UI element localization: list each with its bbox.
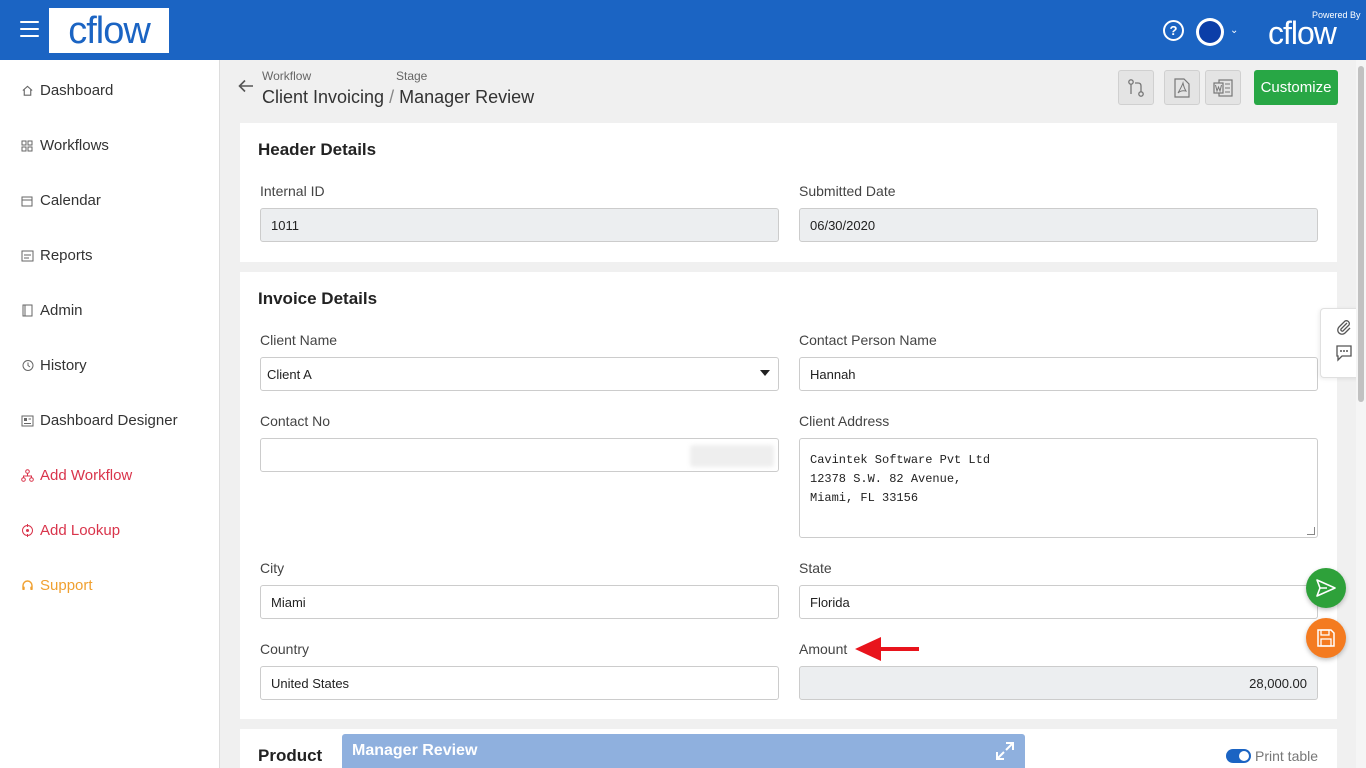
help-icon[interactable]: ?: [1163, 20, 1184, 41]
print-table-label: Print table: [1255, 748, 1319, 764]
country-label: Country: [260, 641, 310, 657]
floppy-disk-icon: [1317, 629, 1335, 647]
paperclip-icon[interactable]: [1334, 317, 1354, 337]
sidebar-item-reports[interactable]: Reports: [20, 247, 93, 264]
scrollbar-thumb[interactable]: [1358, 66, 1364, 402]
internal-id-field[interactable]: 1011: [260, 208, 779, 242]
amount-field[interactable]: 28,000.00: [799, 666, 1318, 700]
address-line: 12378 S.W. 82 Avenue,: [810, 472, 962, 486]
report-icon: [20, 249, 34, 263]
sidebar-item-label: Admin: [40, 302, 83, 319]
sidebar-item-label: Support: [40, 577, 93, 594]
sidebar-item-label: Add Lookup: [40, 522, 121, 539]
sidebar-item-label: Dashboard Designer: [40, 412, 178, 429]
client-name-select[interactable]: Client A: [260, 357, 779, 391]
client-address-label: Client Address: [799, 413, 890, 429]
contact-person-field[interactable]: Hannah: [799, 357, 1318, 391]
pdf-icon: [1174, 77, 1190, 98]
resize-handle[interactable]: [1307, 527, 1315, 535]
breadcrumb-stage: Manager Review: [399, 87, 535, 107]
sidebar-item-label: Calendar: [40, 192, 101, 209]
sidebar-item-dashboard[interactable]: Dashboard: [20, 82, 113, 99]
sidebar-item-label: Dashboard: [40, 82, 114, 99]
submitted-date-label: Submitted Date: [799, 183, 896, 199]
back-arrow-icon[interactable]: [237, 77, 255, 101]
country-field[interactable]: United States: [260, 666, 779, 700]
export-word-button[interactable]: [1205, 70, 1241, 105]
breadcrumb: Client Invoicing / Manager Review: [262, 87, 534, 108]
sidebar-item-support[interactable]: Support: [20, 577, 93, 594]
sidebar-item-label: Reports: [40, 247, 93, 264]
lookup-icon: [20, 524, 34, 538]
client-address-textarea[interactable]: Cavintek Software Pvt Ltd 12378 S.W. 82 …: [799, 438, 1318, 538]
word-icon: [1213, 78, 1233, 97]
contact-no-field[interactable]: [260, 438, 779, 472]
print-table-toggle[interactable]: [1226, 749, 1251, 763]
breadcrumb-stage-label: Stage: [396, 69, 428, 83]
sidebar-item-label: Add Workflow: [40, 467, 133, 484]
customize-button[interactable]: Customize: [1254, 70, 1338, 105]
amount-label: Amount: [799, 641, 848, 657]
annotation-arrow-icon: [855, 637, 919, 661]
breadcrumb-workflow-label: Workflow: [262, 69, 312, 83]
workflow-icon: [20, 469, 34, 483]
section-title: Product: [258, 746, 323, 765]
home-icon: [20, 84, 34, 98]
logo-text: cflow: [68, 9, 151, 52]
contact-no-label: Contact No: [260, 413, 331, 429]
powered-by-logo: cflow: [1268, 15, 1337, 51]
designer-icon: [20, 414, 34, 428]
address-line: Cavintek Software Pvt Ltd: [810, 453, 991, 467]
sidebar-item-label: Workflows: [40, 137, 109, 154]
state-field[interactable]: Florida: [799, 585, 1318, 619]
save-button[interactable]: [1306, 618, 1346, 658]
breadcrumb-workflow[interactable]: Client Invoicing: [262, 87, 384, 107]
client-name-label: Client Name: [260, 332, 338, 348]
sidebar-item-dashboard-designer[interactable]: Dashboard Designer: [20, 412, 178, 429]
city-label: City: [260, 560, 285, 576]
section-title: Invoice Details: [258, 289, 378, 308]
manager-review-panel[interactable]: Manager Review: [342, 734, 1025, 768]
redacted-value: [690, 445, 774, 467]
workflow-flow-button[interactable]: [1118, 70, 1154, 105]
history-icon: [20, 359, 34, 373]
sidebar-item-history[interactable]: History: [20, 357, 87, 374]
state-label: State: [799, 560, 832, 576]
dropdown-caret-icon: [760, 370, 770, 376]
section-title: Header Details: [258, 140, 377, 159]
chevron-down-icon[interactable]: ⌄: [1230, 25, 1238, 36]
calendar-icon: [20, 194, 34, 208]
sidebar-item-label: History: [40, 357, 87, 374]
contact-person-label: Contact Person Name: [799, 332, 937, 348]
expand-icon[interactable]: [995, 741, 1015, 766]
sidebar-item-calendar[interactable]: Calendar: [20, 192, 101, 209]
city-field[interactable]: Miami: [260, 585, 779, 619]
panel-title: Manager Review: [352, 742, 478, 759]
avatar[interactable]: [1196, 18, 1224, 46]
send-icon: [1316, 579, 1336, 597]
sidebar-item-add-workflow[interactable]: Add Workflow: [20, 467, 132, 484]
submit-button[interactable]: [1306, 568, 1346, 608]
export-pdf-button[interactable]: [1164, 70, 1200, 105]
sidebar-item-add-lookup[interactable]: Add Lookup: [20, 522, 120, 539]
submitted-date-field[interactable]: 06/30/2020: [799, 208, 1318, 242]
address-line: Miami, FL 33156: [810, 491, 919, 505]
vertical-scrollbar[interactable]: [1356, 60, 1366, 768]
internal-id-label: Internal ID: [260, 183, 325, 199]
top-bar: cflow ? ⌄ Powered By cflow: [0, 0, 1366, 60]
book-icon: [20, 304, 34, 318]
headset-icon: [20, 579, 34, 593]
sidebar-item-admin[interactable]: Admin: [20, 302, 83, 319]
sidebar-item-workflows[interactable]: Workflows: [20, 137, 109, 154]
git-branch-icon: [1128, 78, 1144, 97]
avatar-image: [1199, 21, 1221, 43]
breadcrumb-separator: /: [389, 87, 395, 107]
client-name-value: Client A: [267, 366, 312, 382]
comment-icon[interactable]: [1334, 343, 1354, 363]
hamburger-menu-icon[interactable]: [20, 21, 39, 37]
grid-icon: [20, 139, 34, 153]
company-logo[interactable]: cflow: [49, 8, 169, 53]
